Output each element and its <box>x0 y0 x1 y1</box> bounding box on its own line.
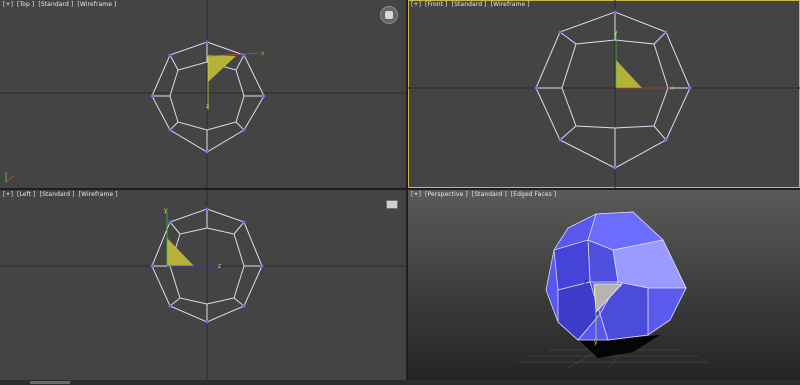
viewport-left-label[interactable]: [+] [Left ] [Standard ] [Wireframe ] <box>3 191 120 199</box>
viewport-top[interactable]: x z [+] [Top ] [Standard ] [Wireframe ] <box>0 0 406 188</box>
perspective-mesh: z y <box>518 211 708 369</box>
shading-label[interactable]: [Standard ] <box>38 1 73 8</box>
viewport-menu-button[interactable]: [+] <box>3 1 13 8</box>
svg-text:y: y <box>594 339 598 346</box>
svg-text:z: z <box>584 279 587 286</box>
viewport-menu-button[interactable]: [+] <box>3 191 13 198</box>
axis-gizmo-icon <box>5 172 15 183</box>
status-bar <box>0 380 800 385</box>
svg-text:x: x <box>261 50 265 57</box>
render-mode-label[interactable]: [Wireframe ] <box>77 1 116 8</box>
shading-label[interactable]: [Standard ] <box>472 191 507 198</box>
svg-text:z: z <box>218 263 221 270</box>
svg-text:z: z <box>206 103 209 110</box>
viewport-menu-button[interactable]: [+] <box>411 1 421 8</box>
front-wireframe: x y <box>408 0 800 188</box>
render-mode-label[interactable]: [Wireframe ] <box>491 1 530 8</box>
viewport-front[interactable]: x y [+] [Front ] [Standard ] [Wireframe … <box>408 0 800 188</box>
view-label[interactable]: [Front ] <box>425 1 448 8</box>
svg-text:x: x <box>670 85 674 92</box>
svg-text:y: y <box>164 207 168 214</box>
viewport-left[interactable]: y z [+] [Left ] [Standard ] [Wireframe ] <box>0 190 406 380</box>
view-label[interactable]: [Perspective ] <box>425 191 468 198</box>
shading-label[interactable]: [Standard ] <box>452 1 487 8</box>
maximize-icon[interactable] <box>386 200 398 209</box>
viewport-front-label[interactable]: [+] [Front ] [Standard ] [Wireframe ] <box>411 1 532 9</box>
svg-text:y: y <box>614 29 618 36</box>
left-wireframe: y z <box>0 190 406 380</box>
viewport-perspective-label[interactable]: [+] [Perspective ] [Standard ] [Edged Fa… <box>411 191 558 199</box>
render-mode-label[interactable]: [Wireframe ] <box>79 191 118 198</box>
shading-label[interactable]: [Standard ] <box>40 191 75 198</box>
view-label[interactable]: [Left ] <box>17 191 36 198</box>
viewport-perspective[interactable]: z y [+] [Perspective ] [Standard ] [Edge… <box>408 190 800 380</box>
view-label[interactable]: [Top ] <box>17 1 34 8</box>
viewport-top-label[interactable]: [+] [Top ] [Standard ] [Wireframe ] <box>3 1 118 9</box>
render-mode-label[interactable]: [Edged Faces ] <box>511 191 557 198</box>
time-slider[interactable] <box>30 381 70 384</box>
viewport-menu-button[interactable]: [+] <box>411 191 421 198</box>
top-wireframe: x z <box>0 0 406 188</box>
viewcube-icon[interactable] <box>380 6 398 24</box>
